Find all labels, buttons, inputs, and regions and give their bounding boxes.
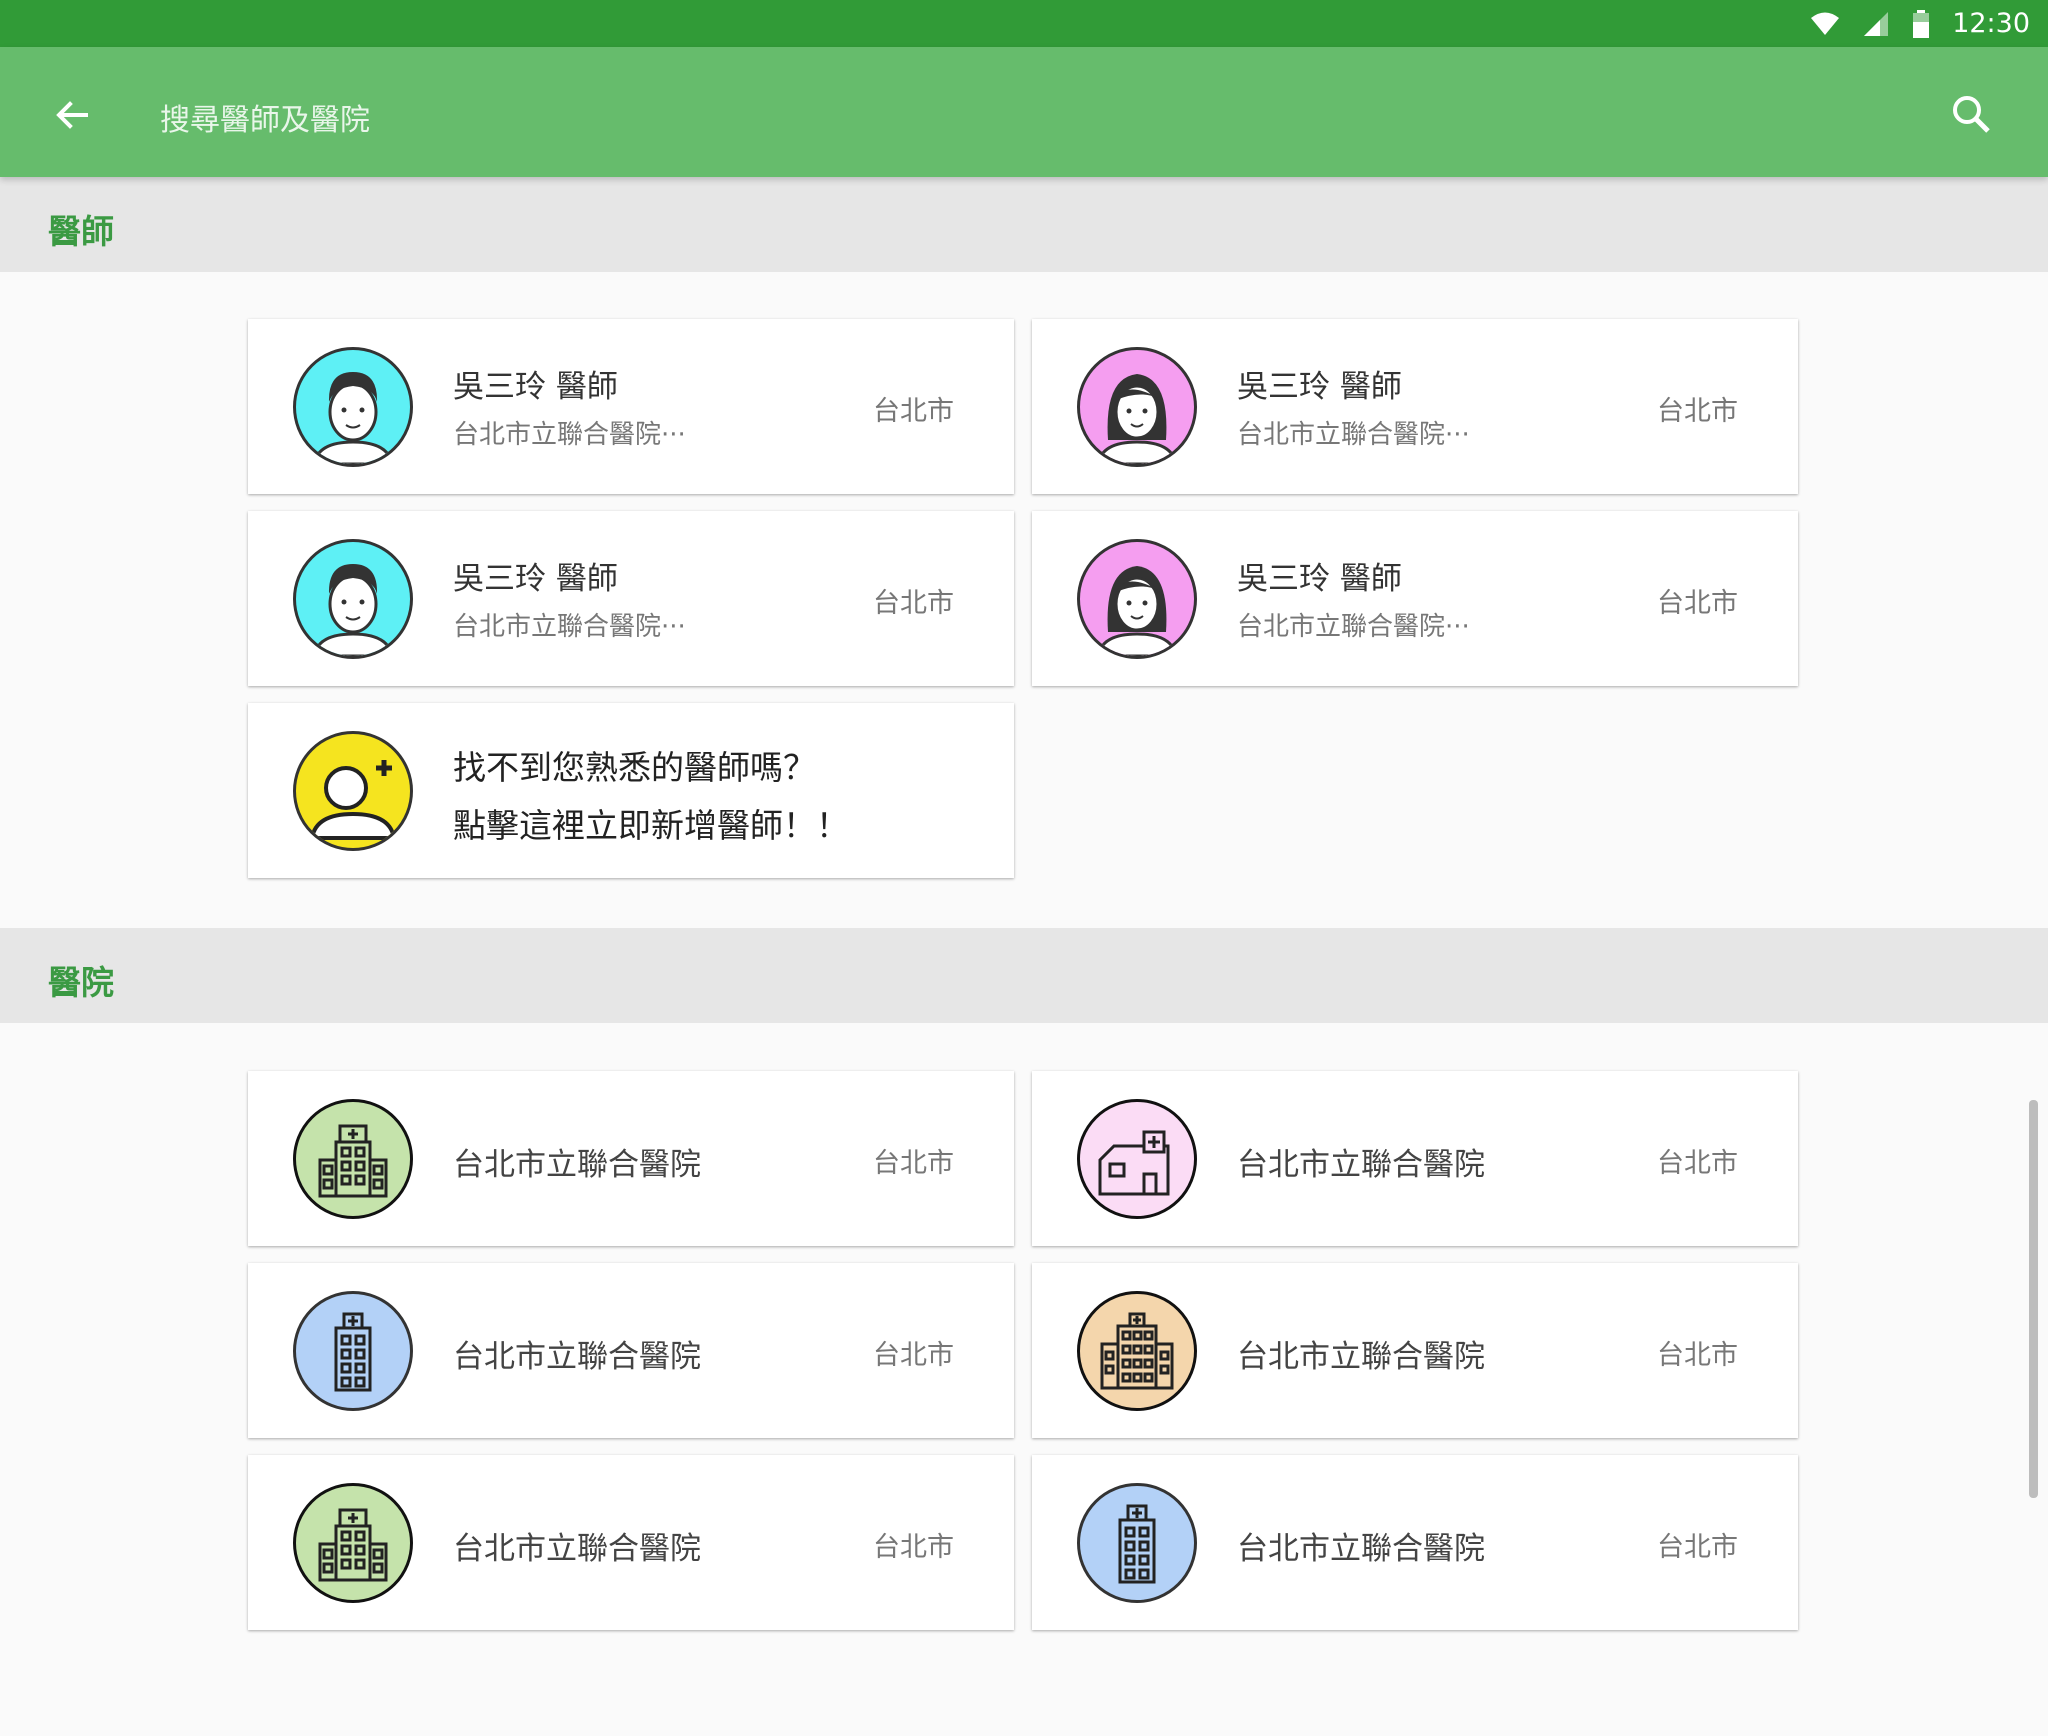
- status-time: 12:30: [1952, 8, 2030, 39]
- hospital-city: 台北市: [1657, 1148, 1738, 1179]
- hospital-card[interactable]: 台北市立聯合醫院 台北市: [248, 1071, 1014, 1246]
- hospital-name: 台北市立聯合醫院: [453, 1147, 701, 1183]
- doctor-name: 吳三玲 醫師: [1237, 561, 1402, 597]
- doctor-city: 台北市: [873, 588, 954, 619]
- hospital-tower-icon: [293, 1291, 413, 1411]
- scrollbar[interactable]: [2029, 1100, 2038, 1498]
- hospital-building-icon: [293, 1483, 413, 1603]
- doctor-hospital: 台北市立聯合醫院···: [1237, 420, 1470, 450]
- hospital-card[interactable]: 台北市立聯合醫院 台北市: [1032, 1455, 1798, 1630]
- section-title-hospitals: 醫院: [48, 963, 114, 1002]
- hospital-tower-icon: [1077, 1483, 1197, 1603]
- doctor-name: 吳三玲 醫師: [1237, 369, 1402, 405]
- doctor-card[interactable]: 吳三玲 醫師 台北市立聯合醫院··· 台北市: [248, 511, 1014, 686]
- hospital-name: 台北市立聯合醫院: [1237, 1339, 1485, 1375]
- battery-icon: [1913, 9, 1930, 38]
- hospital-card[interactable]: 台北市立聯合醫院 台北市: [248, 1455, 1014, 1630]
- search-icon: [1953, 96, 1990, 133]
- add-doctor-line2: 點擊這裡立即新增醫師！！: [453, 806, 849, 845]
- hospital-city: 台北市: [873, 1532, 954, 1563]
- doctor-hospital: 台北市立聯合醫院···: [453, 612, 686, 642]
- arrow-back-icon: [56, 101, 88, 129]
- male-doctor-icon: [293, 539, 413, 659]
- doctor-name: 吳三玲 醫師: [453, 369, 618, 405]
- add-doctor-line1: 找不到您熟悉的醫師嗎？: [453, 748, 816, 787]
- doctor-city: 台北市: [873, 396, 954, 427]
- doctor-card[interactable]: 吳三玲 醫師 台北市立聯合醫院··· 台北市: [1032, 511, 1798, 686]
- hospital-card[interactable]: 台北市立聯合醫院 台北市: [248, 1263, 1014, 1438]
- add-doctor-card[interactable]: 找不到您熟悉的醫師嗎？ 點擊這裡立即新增醫師！！: [248, 703, 1014, 878]
- doctor-card[interactable]: 吳三玲 醫師 台北市立聯合醫院··· 台北市: [248, 319, 1014, 494]
- female-doctor-icon: [1077, 539, 1197, 659]
- hospital-name: 台北市立聯合醫院: [1237, 1147, 1485, 1183]
- hospital-city: 台北市: [1657, 1532, 1738, 1563]
- hospital-name: 台北市立聯合醫院: [453, 1339, 701, 1375]
- hospital-card[interactable]: 台北市立聯合醫院 台北市: [1032, 1263, 1798, 1438]
- hospital-city: 台北市: [873, 1148, 954, 1179]
- female-doctor-icon: [1077, 347, 1197, 467]
- doctor-hospital: 台北市立聯合醫院···: [453, 420, 686, 450]
- wifi-icon: [1811, 12, 1840, 35]
- section-title-doctors: 醫師: [48, 212, 114, 251]
- hospital-city: 台北市: [1657, 1340, 1738, 1371]
- doctor-city: 台北市: [1657, 588, 1738, 619]
- section-header-hospitals: 醫院: [0, 928, 2048, 1023]
- hospital-name: 台北市立聯合醫院: [1237, 1531, 1485, 1567]
- hospital-card[interactable]: 台北市立聯合醫院 台北市: [1032, 1071, 1798, 1246]
- clinic-house-icon: [1077, 1099, 1197, 1219]
- doctor-card[interactable]: 吳三玲 醫師 台北市立聯合醫院··· 台北市: [1032, 319, 1798, 494]
- hospital-city: 台北市: [873, 1340, 954, 1371]
- section-header-doctors: 醫師: [0, 177, 2048, 272]
- status-bar: 12:30: [0, 0, 2048, 47]
- male-doctor-icon: [293, 347, 413, 467]
- doctor-city: 台北市: [1657, 396, 1738, 427]
- hospital-building-icon: [293, 1099, 413, 1219]
- back-button[interactable]: [44, 87, 100, 143]
- cell-signal-icon: [1864, 11, 1889, 36]
- search-button[interactable]: [1946, 89, 1998, 141]
- hospital-name: 台北市立聯合醫院: [453, 1531, 701, 1567]
- doctor-hospital: 台北市立聯合醫院···: [1237, 612, 1470, 642]
- doctor-name: 吳三玲 醫師: [453, 561, 618, 597]
- page-title: 搜尋醫師及醫院: [160, 103, 370, 138]
- hospital-large-icon: [1077, 1291, 1197, 1411]
- add-user-icon: [293, 731, 413, 851]
- app-bar: 搜尋醫師及醫院: [0, 47, 2048, 177]
